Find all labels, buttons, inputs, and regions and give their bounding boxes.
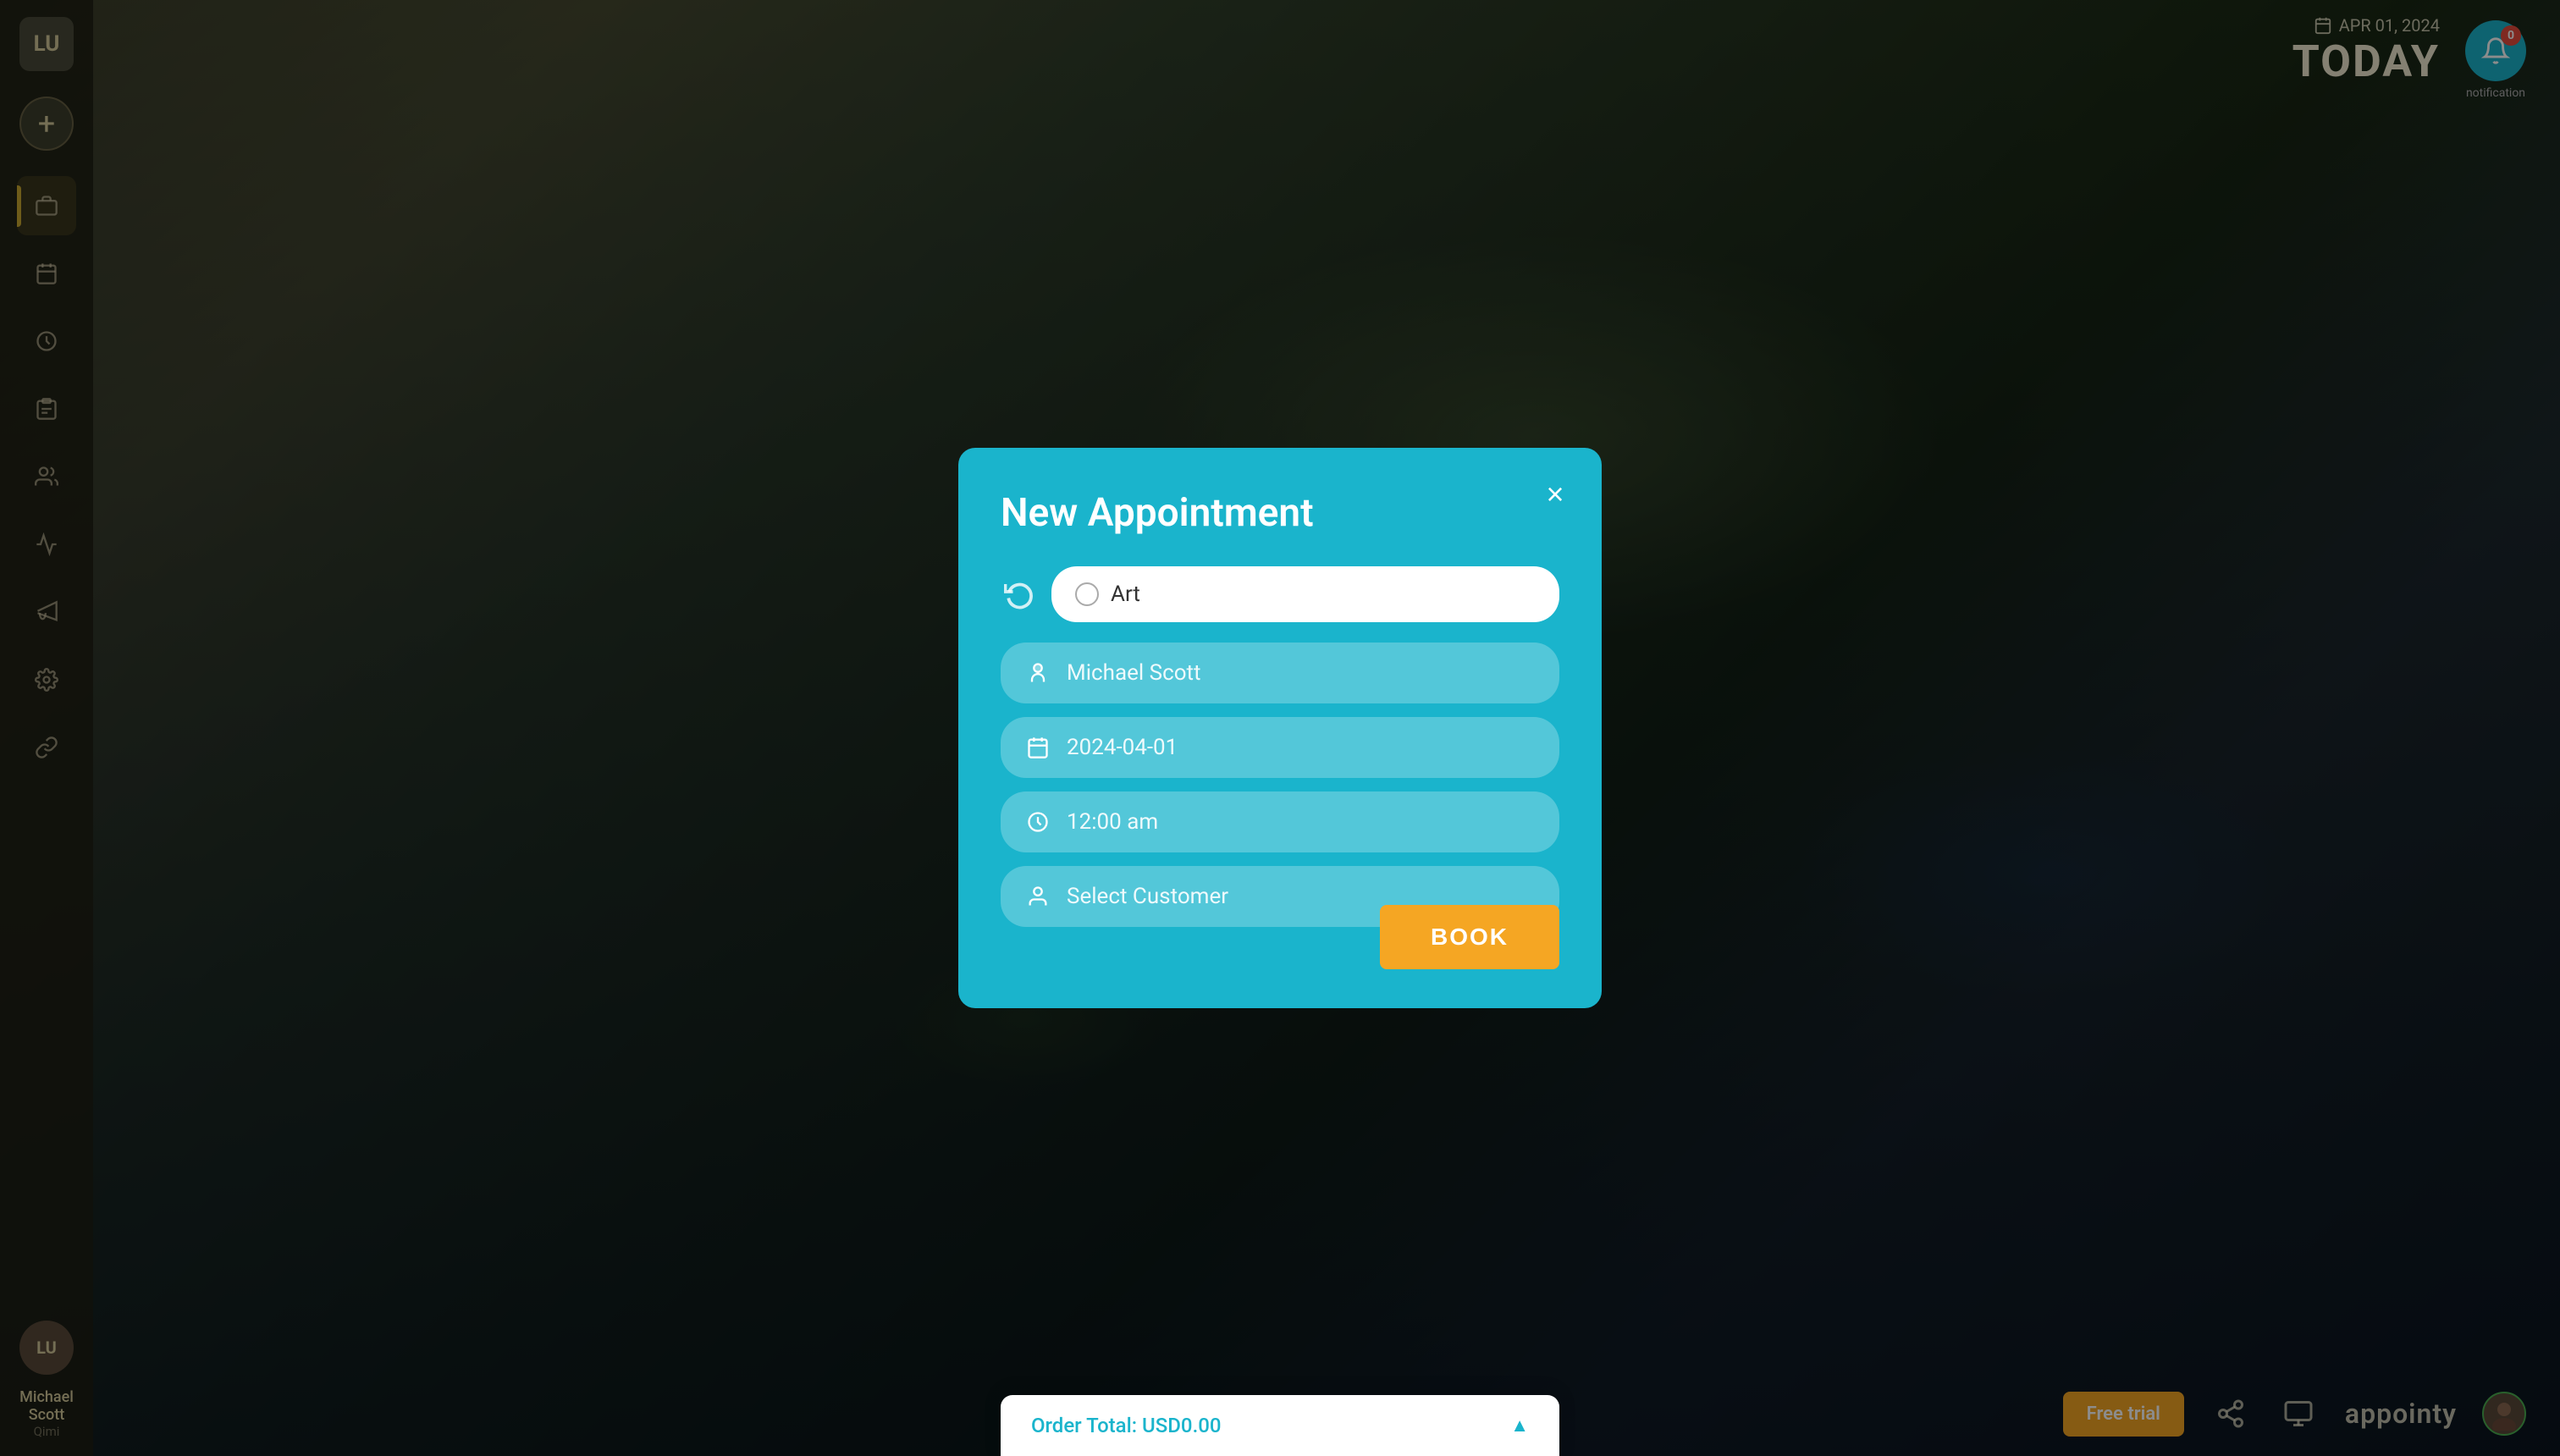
order-total-text: Order Total: USD0.00 (1031, 1414, 1222, 1437)
date-icon (1024, 734, 1051, 761)
clock-icon (1026, 810, 1050, 834)
refresh-icon (1004, 579, 1034, 609)
customer-icon (1024, 883, 1051, 910)
service-input-text: Art (1111, 582, 1140, 607)
modal-title: New Appointment (1001, 490, 1559, 536)
time-icon (1024, 808, 1051, 836)
service-input-field[interactable]: Art (1051, 566, 1559, 622)
service-input-circle (1075, 582, 1099, 606)
service-selector-row: Art (1001, 566, 1559, 622)
book-button[interactable]: BOOK (1380, 905, 1559, 969)
time-field[interactable]: 12:00 am (1001, 791, 1559, 852)
time-field-value: 12:00 am (1067, 809, 1158, 835)
staff-field-value: Michael Scott (1067, 660, 1201, 686)
person-icon (1026, 661, 1050, 685)
order-total-chevron: ▲ (1510, 1415, 1529, 1437)
refresh-service-icon[interactable] (1001, 576, 1038, 613)
date-field[interactable]: 2024-04-01 (1001, 717, 1559, 778)
date-field-value: 2024-04-01 (1067, 735, 1178, 760)
modal-close-button[interactable]: × (1534, 473, 1576, 516)
staff-field[interactable]: Michael Scott (1001, 643, 1559, 703)
calendar-field-icon (1026, 736, 1050, 759)
order-total-bar[interactable]: Order Total: USD0.00 ▲ (1001, 1395, 1559, 1456)
new-appointment-modal: New Appointment × Art Michael Scott (958, 448, 1602, 1008)
staff-icon (1024, 659, 1051, 687)
customer-person-icon (1026, 885, 1050, 908)
customer-field-placeholder: Select Customer (1067, 884, 1228, 909)
